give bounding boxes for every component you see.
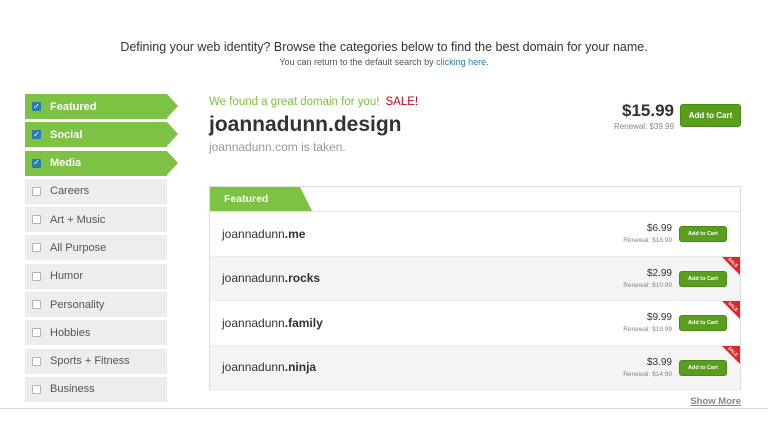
category-label: Personality: [50, 298, 105, 311]
domain-row: joannadunn .me $6.99 Renewal: $18.99 Add …: [210, 212, 740, 257]
checkbox-icon[interactable]: [32, 328, 41, 338]
row-price: $3.99: [646, 356, 672, 368]
domain-tld: .family: [284, 315, 323, 330]
checkbox-icon[interactable]: ✓: [32, 130, 41, 140]
category-label: All Purpose: [50, 241, 107, 254]
intro-sub-prefix: You can return to the default search by: [279, 57, 434, 67]
found-message: We found a great domain for you! SALE!: [209, 96, 418, 108]
domain-tld: .ninja: [284, 360, 317, 375]
domain-name: joannadunn: [222, 271, 285, 286]
row-renewal: Renewal: $19.99: [623, 326, 672, 333]
domain-name: joannadunn: [222, 226, 285, 241]
row-price: $9.99: [646, 312, 672, 323]
intro-text: Defining your web identity? Browse the c…: [120, 40, 648, 54]
category-personality[interactable]: Personality: [25, 292, 167, 318]
intro-sub-suffix: .: [486, 57, 489, 67]
row-price: $2.99: [646, 267, 672, 279]
intro-subtext: You can return to the default search by …: [0, 57, 768, 67]
domain-row: joannadunn .ninja $3.99 Renewal: $14.99 A…: [210, 345, 740, 390]
checkbox-icon[interactable]: [32, 243, 41, 253]
category-all-purpose[interactable]: All Purpose: [25, 235, 167, 261]
category-label: Featured: [50, 100, 97, 113]
domain-name: joannadunn: [222, 360, 285, 375]
checkbox-icon[interactable]: [32, 271, 41, 281]
category-art-music[interactable]: Art + Music: [25, 207, 167, 233]
add-to-cart-button[interactable]: Add to Cart: [679, 270, 727, 287]
show-more-link[interactable]: Show More: [690, 396, 741, 407]
checkbox-icon[interactable]: [32, 215, 41, 225]
category-label: Social: [50, 128, 83, 141]
category-label: Art + Music: [50, 213, 106, 226]
taken-notice: joannadunn.com is taken.: [209, 140, 346, 154]
category-hobbies[interactable]: Hobbies: [25, 320, 167, 346]
tab-featured[interactable]: Featured: [210, 187, 312, 211]
category-media[interactable]: ✓ Media: [25, 150, 178, 176]
add-to-cart-button[interactable]: Add to Cart: [679, 359, 727, 376]
domain-tld: .rocks: [284, 271, 321, 286]
hero-add-to-cart-button[interactable]: Add to Cart: [680, 104, 741, 127]
checkbox-icon[interactable]: [32, 300, 41, 310]
row-renewal: Renewal: $14.99: [623, 370, 672, 378]
checkbox-icon[interactable]: ✓: [32, 102, 41, 111]
category-business[interactable]: Business: [25, 376, 167, 402]
category-featured[interactable]: ✓ Featured: [25, 94, 178, 119]
category-label: Humor: [50, 270, 84, 283]
category-label: Media: [50, 157, 82, 170]
sale-label: SALE!: [385, 96, 419, 108]
results-panel: Featured joannadunn .me $6.99 Renewal: $1…: [209, 186, 741, 390]
results-list: joannadunn .me $6.99 Renewal: $18.99 Add …: [210, 212, 740, 390]
checkbox-icon[interactable]: [32, 384, 41, 394]
category-sidebar: ✓ Featured ✓ Social ✓ Media Careers Art + M…: [25, 94, 180, 405]
category-humor[interactable]: Humor: [25, 263, 167, 289]
hero-renewal: Renewal: $39.99: [613, 122, 674, 131]
category-careers[interactable]: Careers: [25, 178, 167, 204]
divider: [0, 408, 768, 409]
category-social[interactable]: ✓ Social: [25, 122, 178, 148]
add-to-cart-button[interactable]: Add to Cart: [679, 315, 727, 331]
category-label: Business: [50, 383, 95, 396]
domain-tld: .me: [284, 226, 306, 241]
category-sports-fitness[interactable]: Sports + Fitness: [25, 348, 167, 374]
row-price: $6.99: [646, 223, 672, 234]
hero-price: $15.99: [622, 101, 674, 120]
domain-row: joannadunn .rocks $2.99 Renewal: $10.99 A…: [210, 256, 740, 301]
suggested-domain: joannadunn.design: [209, 113, 402, 136]
domain-row: joannadunn .family $9.99 Renewal: $19.99 …: [210, 301, 740, 346]
default-search-link[interactable]: clicking here: [436, 57, 486, 67]
checkbox-icon[interactable]: ✓: [32, 158, 41, 168]
category-label: Careers: [50, 185, 90, 198]
row-renewal: Renewal: $10.99: [623, 281, 672, 289]
category-label: Sports + Fitness: [50, 355, 130, 368]
found-text: We found a great domain for you!: [209, 96, 380, 108]
domain-name: joannadunn: [222, 315, 285, 330]
checkbox-icon[interactable]: [32, 186, 41, 196]
add-to-cart-button[interactable]: Add to Cart: [679, 226, 727, 242]
row-renewal: Renewal: $18.99: [623, 237, 672, 244]
category-label: Hobbies: [50, 326, 91, 339]
checkbox-icon[interactable]: [32, 356, 41, 366]
